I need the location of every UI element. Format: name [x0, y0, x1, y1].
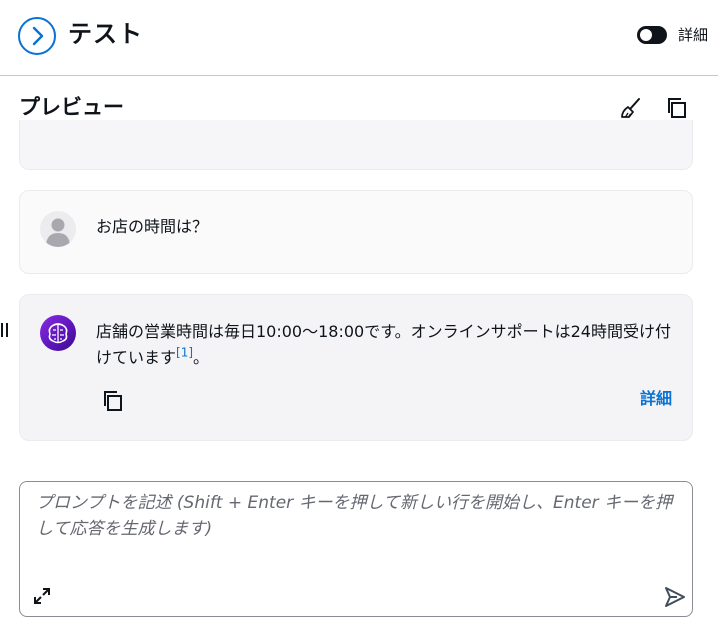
details-toggle[interactable]: [637, 26, 667, 44]
copy-icon[interactable]: [665, 96, 689, 120]
panel-title: テスト: [68, 20, 143, 48]
copy-icon: [104, 391, 122, 411]
details-toggle-label: 詳細: [678, 26, 709, 44]
chevron-right-icon: [32, 26, 44, 46]
user-avatar-icon: [40, 211, 76, 247]
details-link[interactable]: 詳細: [640, 387, 672, 411]
prompt-placeholder: プロンプトを記述 (Shift + Enter キーを押して新しい行を開始し、E…: [36, 493, 673, 539]
preview-title: プレビュー: [19, 95, 124, 119]
prompt-input[interactable]: プロンプトを記述 (Shift + Enter キーを押して新しい行を開始し、E…: [19, 481, 693, 617]
assistant-answer-end: 。: [193, 348, 210, 367]
user-message-text: お店の時間は？: [96, 217, 209, 236]
previous-message-card: [19, 120, 693, 170]
expand-icon[interactable]: [32, 586, 52, 606]
assistant-message-text: 店舗の営業時間は毎日10:00〜18:00です。オンラインサポートは24時間受け…: [96, 319, 681, 371]
expand-panel-button[interactable]: [18, 17, 56, 55]
copy-response-button[interactable]: [101, 389, 125, 413]
header-bar: テスト 詳細: [0, 0, 718, 76]
send-icon[interactable]: [664, 586, 686, 608]
user-message-card: お店の時間は？: [19, 190, 693, 274]
citation-link[interactable]: [1]: [176, 346, 193, 360]
prompt-area: プロンプトを記述 (Shift + Enter キーを押して新しい行を開始し、E…: [19, 461, 693, 626]
ai-brain-icon: [40, 315, 76, 351]
drag-handle[interactable]: [0, 323, 10, 339]
toggle-knob: [640, 29, 652, 41]
broom-icon[interactable]: [619, 96, 643, 120]
assistant-answer: 店舗の営業時間は毎日10:00〜18:00です。オンラインサポートは24時間受け…: [96, 322, 671, 367]
assistant-message-card: 店舗の営業時間は毎日10:00〜18:00です。オンラインサポートは24時間受け…: [19, 294, 693, 441]
